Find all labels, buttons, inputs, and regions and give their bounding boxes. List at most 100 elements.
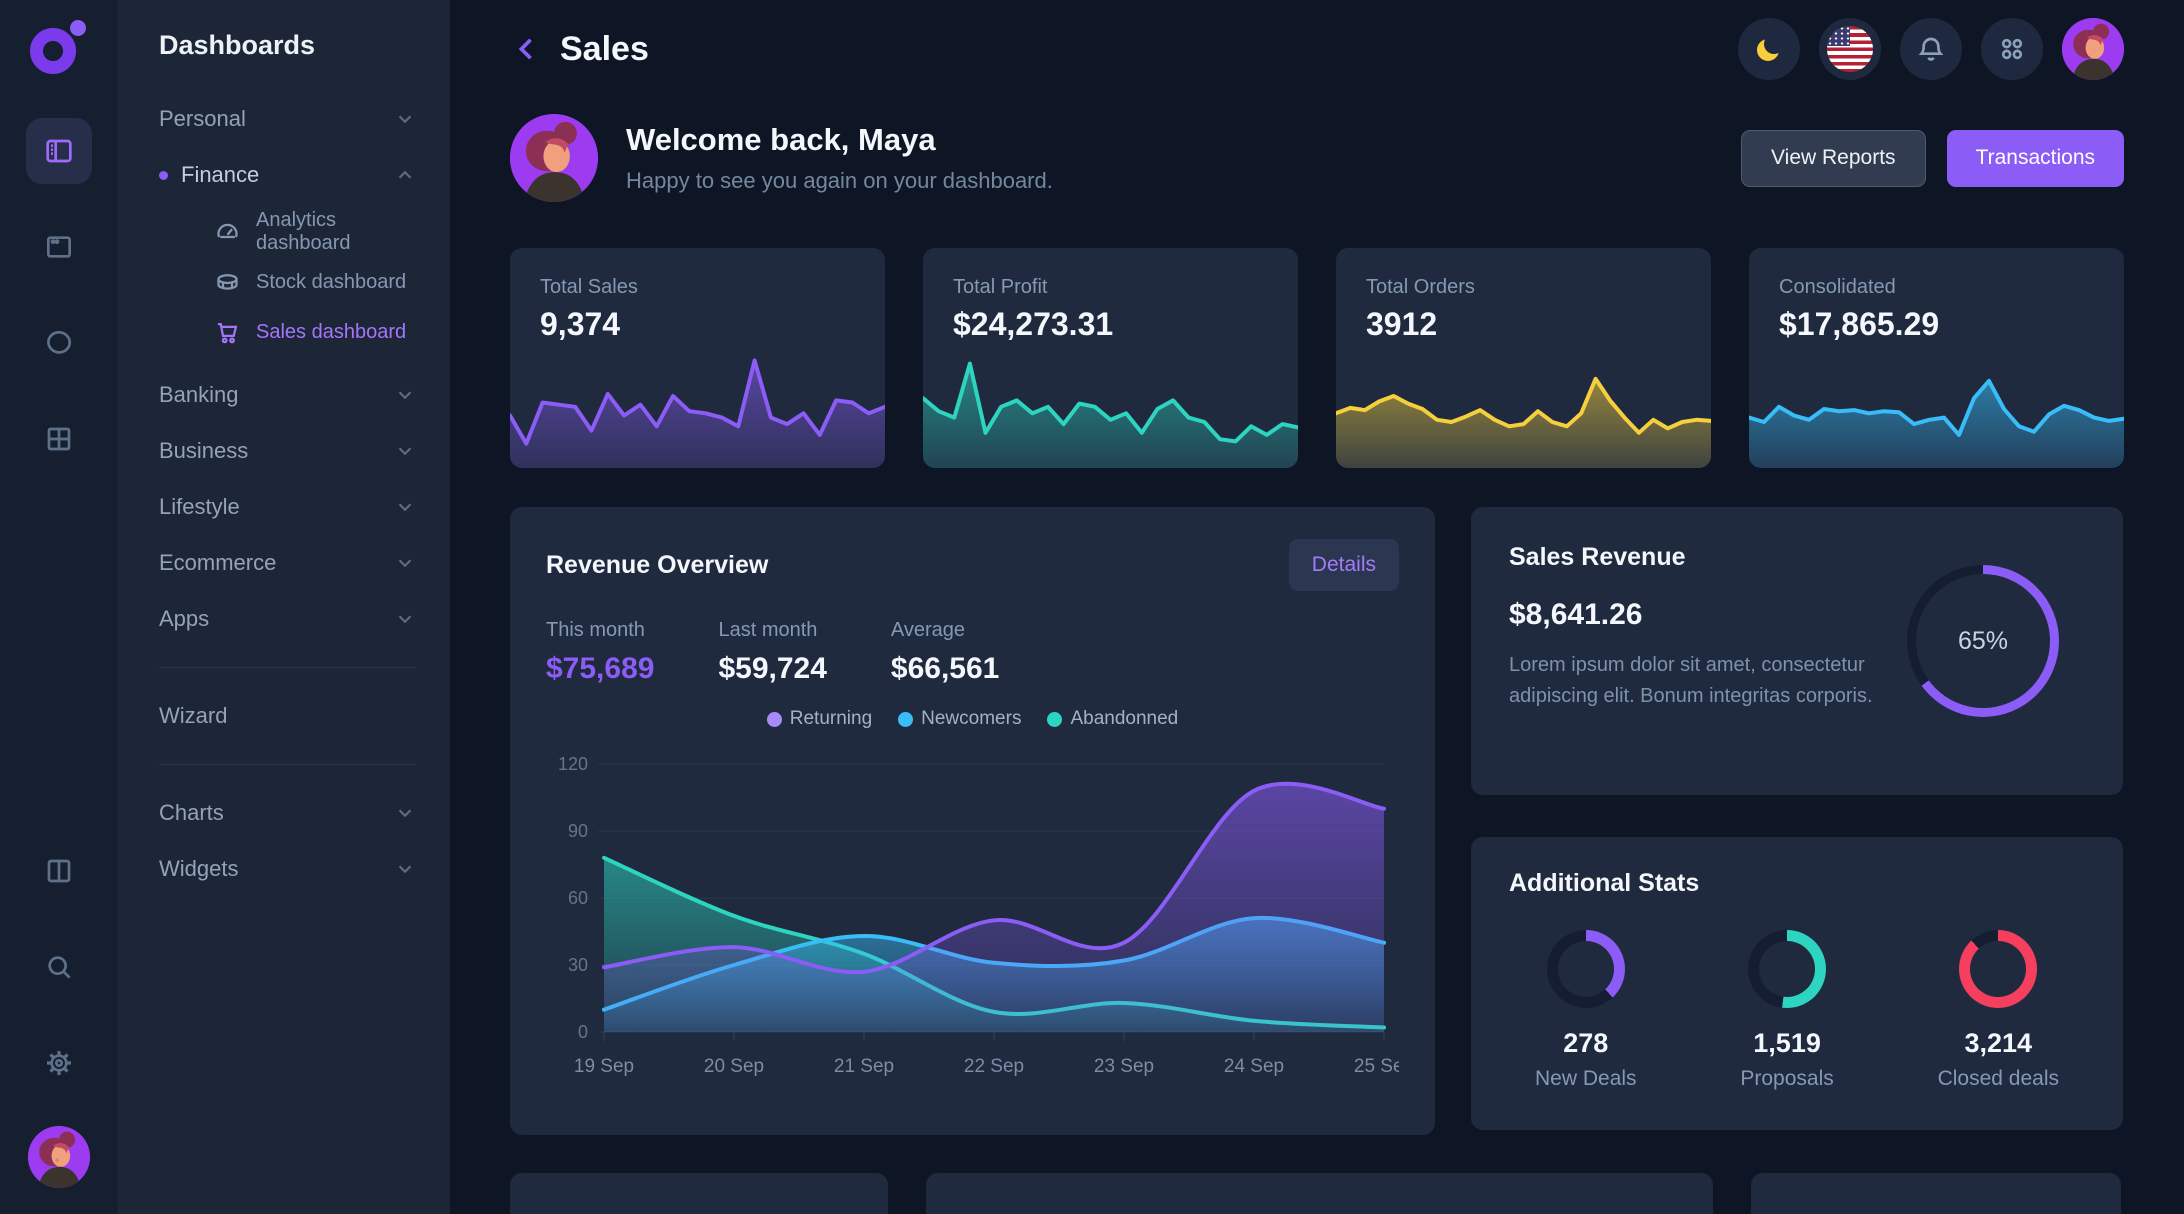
- details-button[interactable]: Details: [1289, 539, 1399, 591]
- sidebar-item-label: Business: [159, 438, 394, 464]
- sidebar-item-label: Finance: [181, 162, 394, 188]
- back-button[interactable]: [510, 32, 544, 66]
- legend-item-returning: Returning: [767, 708, 872, 730]
- bottom-cards-row: [510, 1173, 2124, 1214]
- stat-value: $24,273.31: [953, 306, 1268, 343]
- chevron-down-icon: [394, 496, 416, 518]
- stat-card-total-profit[interactable]: Total Profit $24,273.31: [923, 248, 1298, 468]
- sidebar-item-label: Banking: [159, 382, 394, 408]
- sub-item-label: Sales dashboard: [256, 321, 406, 344]
- svg-text:20 Sep: 20 Sep: [704, 1056, 764, 1077]
- rail-item-windows[interactable]: [26, 214, 92, 280]
- chevron-down-icon: [394, 384, 416, 406]
- sales-revenue-text: Sales Revenue $8,641.26 Lorem ipsum dolo…: [1509, 543, 1879, 759]
- dark-mode-toggle[interactable]: [1738, 18, 1800, 80]
- stat-info: Consolidated $17,865.29: [1749, 248, 2124, 371]
- welcome-subtitle: Happy to see you again on your dashboard…: [626, 168, 1053, 194]
- sidebar-item-finance[interactable]: Finance: [159, 147, 416, 203]
- bell-icon: [1915, 33, 1947, 65]
- revenue-card-header: Revenue Overview Details: [546, 539, 1399, 591]
- sidebar-item-wizard[interactable]: Wizard: [159, 688, 416, 744]
- legend-label: Newcomers: [921, 708, 1021, 730]
- stat-label: This month: [546, 619, 654, 642]
- rail-user-avatar[interactable]: [28, 1126, 90, 1188]
- rail-item-dashboards[interactable]: [26, 118, 92, 184]
- sidebar-item-personal[interactable]: Personal: [159, 91, 416, 147]
- stat-card-total-sales[interactable]: Total Sales 9,374: [510, 248, 885, 468]
- revenue-stat-average: Average $66,561: [891, 619, 999, 686]
- chat-bubble-icon: [43, 327, 75, 359]
- stat-label: Total Profit: [953, 276, 1268, 299]
- sidebar-item-label: Lifestyle: [159, 494, 394, 520]
- right-column: Sales Revenue $8,641.26 Lorem ipsum dolo…: [1471, 507, 2123, 1135]
- welcome-title: Welcome back, Maya: [626, 122, 1053, 158]
- logo-ring: [30, 28, 76, 74]
- svg-text:120: 120: [558, 754, 588, 774]
- card-stub: [1751, 1173, 2121, 1214]
- welcome-avatar: [510, 114, 598, 202]
- stat-card-total-orders[interactable]: Total Orders 3912: [1336, 248, 1711, 468]
- card-stub: [510, 1173, 888, 1214]
- sales-revenue-donut: 65%: [1907, 565, 2059, 717]
- rail-item-search[interactable]: [26, 934, 92, 1000]
- stat-label: Consolidated: [1779, 276, 2094, 299]
- app-logo[interactable]: [30, 20, 88, 78]
- donut-center: [1970, 941, 2026, 997]
- stat-cards-row: Total Sales 9,374 Total Profit $24,273.3…: [510, 248, 2124, 468]
- notifications-button[interactable]: [1900, 18, 1962, 80]
- sidebar-item-business[interactable]: Business: [159, 423, 416, 479]
- sidebar-item-analytics-dashboard[interactable]: Analytics dashboard: [214, 207, 416, 257]
- donut-center: [1558, 941, 1614, 997]
- finance-submenu: Analytics dashboard Stock dashboard Sale…: [159, 207, 416, 357]
- sidebar-item-sales-dashboard[interactable]: Sales dashboard: [214, 307, 416, 357]
- stat-card-consolidated[interactable]: Consolidated $17,865.29: [1749, 248, 2124, 468]
- sidebar-item-banking[interactable]: Banking: [159, 367, 416, 423]
- sidebar-item-charts[interactable]: Charts: [159, 785, 416, 841]
- stat-value: 1,519: [1753, 1028, 1821, 1059]
- legend-label: Abandonned: [1070, 708, 1178, 730]
- stat-label: Last month: [718, 619, 826, 642]
- sales-revenue-title: Sales Revenue: [1509, 543, 1879, 572]
- stat-label: New Deals: [1535, 1067, 1637, 1091]
- transactions-button[interactable]: Transactions: [1947, 130, 2124, 187]
- sidebar-item-label: Wizard: [159, 703, 416, 729]
- legend-dot: [898, 712, 913, 727]
- chevron-down-icon: [394, 802, 416, 824]
- sales-revenue-value: $8,641.26: [1509, 598, 1879, 632]
- chevron-down-icon: [394, 608, 416, 630]
- rail-item-panels[interactable]: [26, 838, 92, 904]
- sales-revenue-description: Lorem ipsum dolor sit amet, consectetur …: [1509, 650, 1879, 712]
- page-title: Sales: [560, 30, 649, 69]
- chevron-down-icon: [394, 552, 416, 574]
- columns-icon: [43, 855, 75, 887]
- header-user-avatar[interactable]: [2062, 18, 2124, 80]
- stat-info: Total Profit $24,273.31: [923, 248, 1298, 371]
- search-icon: [43, 951, 75, 983]
- avatar-illustration: [2062, 18, 2124, 80]
- sidebar-item-widgets[interactable]: Widgets: [159, 841, 416, 897]
- welcome-actions: View Reports Transactions: [1741, 130, 2124, 187]
- welcome-text: Welcome back, Maya Happy to see you agai…: [626, 122, 1053, 194]
- closed-deals-donut: [1959, 930, 2037, 1008]
- logo-dot: [70, 20, 86, 36]
- sidebar-item-lifestyle[interactable]: Lifestyle: [159, 479, 416, 535]
- chart-legend: Returning Newcomers Abandonned: [546, 708, 1399, 730]
- sidebar-item-label: Widgets: [159, 856, 394, 882]
- sidebar: Dashboards Personal Finance Analytics da…: [119, 0, 450, 1214]
- rail-item-apps-grid[interactable]: [26, 406, 92, 472]
- sub-item-label: Stock dashboard: [256, 271, 406, 294]
- apps-button[interactable]: [1981, 18, 2043, 80]
- rail-item-messages[interactable]: [26, 310, 92, 376]
- legend-dot: [767, 712, 782, 727]
- sidebar-item-label: Charts: [159, 800, 394, 826]
- view-reports-button[interactable]: View Reports: [1741, 130, 1926, 187]
- sidebar-item-ecommerce[interactable]: Ecommerce: [159, 535, 416, 591]
- sidebar-item-label: Personal: [159, 106, 394, 132]
- sidebar-item-apps[interactable]: Apps: [159, 591, 416, 647]
- rail-item-settings[interactable]: [26, 1030, 92, 1096]
- language-button[interactable]: [1819, 18, 1881, 80]
- gauge-icon: [214, 219, 241, 246]
- stat-label: Closed deals: [1938, 1067, 2059, 1091]
- stat-closed-deals: 3,214 Closed deals: [1938, 930, 2059, 1091]
- sidebar-item-stock-dashboard[interactable]: Stock dashboard: [214, 257, 416, 307]
